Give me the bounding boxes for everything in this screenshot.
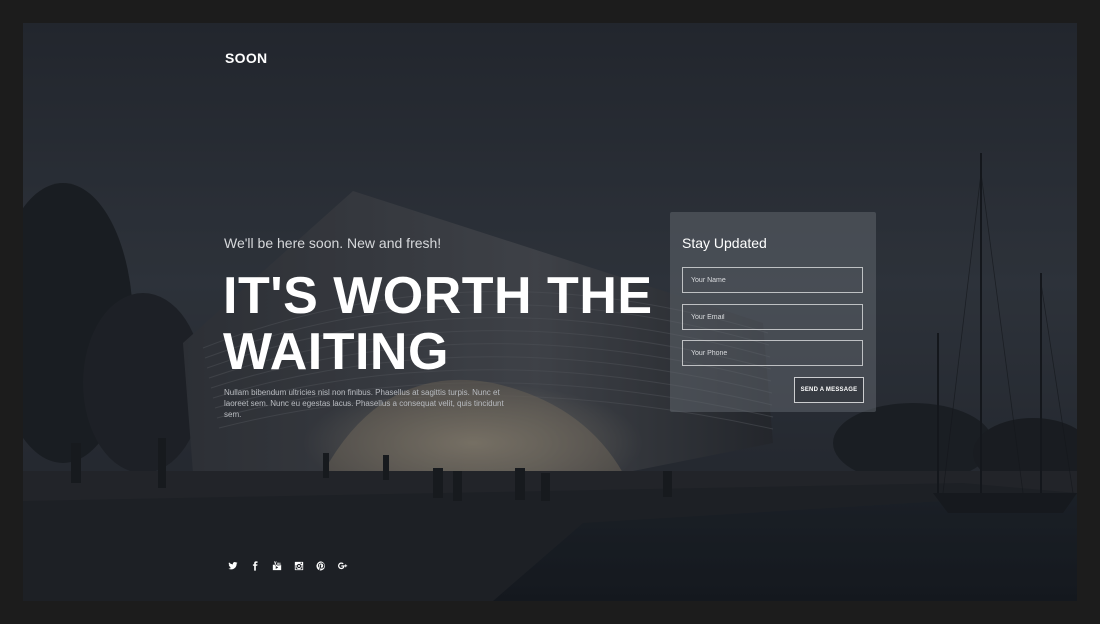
site-logo[interactable]: SOON xyxy=(225,50,267,66)
youtube-icon[interactable] xyxy=(271,560,282,571)
page-frame: SOON We'll be here soon. New and fresh! … xyxy=(23,23,1077,601)
subscribe-title: Stay Updated xyxy=(682,235,767,251)
google-plus-icon[interactable] xyxy=(337,560,348,571)
hero-headline-line-2: WAITING xyxy=(223,323,449,381)
instagram-icon[interactable] xyxy=(293,560,304,571)
email-input[interactable] xyxy=(682,304,863,330)
hero-description: Nullam bibendum ultricies nisl non finib… xyxy=(224,388,504,419)
hero-tagline: We'll be here soon. New and fresh! xyxy=(224,235,442,251)
hero-headline: IT'S WORTH THE WAITING xyxy=(223,268,653,380)
name-input[interactable] xyxy=(682,267,863,293)
facebook-icon[interactable] xyxy=(249,560,260,571)
phone-input[interactable] xyxy=(682,340,863,366)
social-links xyxy=(227,560,348,571)
hero-headline-line-1: IT'S WORTH THE xyxy=(223,267,653,325)
pinterest-icon[interactable] xyxy=(315,560,326,571)
subscribe-panel: Stay Updated SEND A MESSAGE xyxy=(670,212,876,412)
twitter-icon[interactable] xyxy=(227,560,238,571)
send-message-button[interactable]: SEND A MESSAGE xyxy=(794,377,864,403)
